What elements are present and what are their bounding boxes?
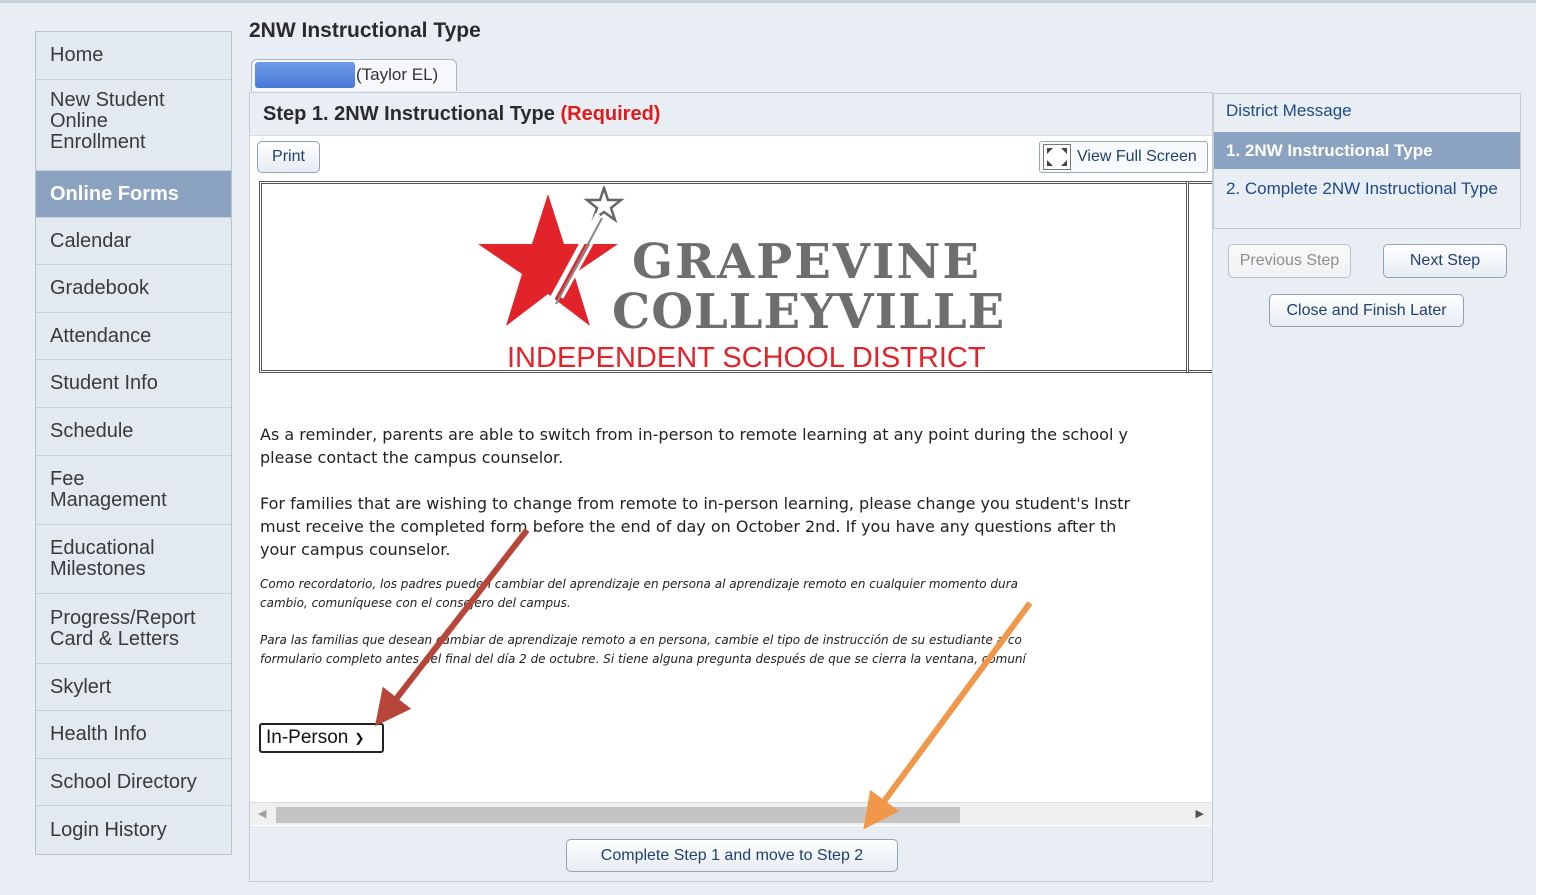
nav-item-label: Fee Management xyxy=(50,468,167,511)
instruction-type-value: In-Person xyxy=(266,727,349,748)
close-finish-later-button[interactable]: Close and Finish Later xyxy=(1269,294,1464,327)
form-content: GRAPEVINE COLLEYVILLE INDEPENDENT SCHOOL… xyxy=(256,178,1212,802)
nav-item-label: Skylert xyxy=(50,675,112,698)
nav-item-student-info[interactable]: Student Info xyxy=(36,360,231,408)
nav-item-skylert[interactable]: Skylert xyxy=(36,664,231,711)
expand-icon xyxy=(1043,144,1071,170)
scroll-left-icon[interactable]: ◀ xyxy=(258,807,266,820)
reminder-paragraph-es: Como recordatorio, los padres pueden cam… xyxy=(260,575,1212,613)
nav-item-label: Gradebook xyxy=(50,277,149,299)
student-campus-label: (Taylor EL) xyxy=(356,65,439,84)
nav-item-new-student-online-enrollment[interactable]: New Student Online Enrollment xyxy=(36,80,231,171)
student-name-redacted xyxy=(255,62,355,88)
nav-item-gradebook[interactable]: Gradebook xyxy=(36,265,231,313)
complete-step-button[interactable]: Complete Step 1 and move to Step 2 xyxy=(566,839,898,872)
required-label: (Required) xyxy=(560,103,661,125)
nav-item-fee-management[interactable]: Fee Management xyxy=(36,456,231,525)
logo-text-colleyville: COLLEYVILLE xyxy=(612,284,1006,340)
form-footer: Complete Step 1 and move to Step 2 xyxy=(250,826,1212,881)
step-item-district-message[interactable]: District Message xyxy=(1214,102,1520,120)
nav-item-health-info[interactable]: Health Info xyxy=(36,711,231,759)
nav-item-progress-report-card-letters[interactable]: Progress/Report Card & Letters xyxy=(36,594,231,664)
step-title: Step 1. 2NW Instructional Type (Required… xyxy=(263,103,660,126)
step-header: Step 1. 2NW Instructional Type (Required… xyxy=(250,93,1212,136)
change-paragraph-es: Para las familias que desean cambiar de … xyxy=(260,631,1212,669)
text-line: Para las familias que desean cambiar de … xyxy=(260,633,1022,647)
nav-item-label: New Student Online Enrollment xyxy=(50,89,165,153)
nav-item-home[interactable]: Home xyxy=(36,32,231,80)
logo-text-isd: INDEPENDENT SCHOOL DISTRICT xyxy=(507,342,986,374)
nav-item-label: Home xyxy=(50,44,104,66)
nav-item-label: Online Forms xyxy=(50,182,179,205)
logo-text-grapevine: GRAPEVINE xyxy=(632,234,981,290)
step-item-1[interactable]: 1. 2NW Instructional Type xyxy=(1214,132,1520,169)
nav-item-schedule[interactable]: Schedule xyxy=(36,408,231,456)
logo-border-right xyxy=(1186,181,1212,373)
next-step-button[interactable]: Next Step xyxy=(1383,244,1507,278)
nav-item-attendance[interactable]: Attendance xyxy=(36,313,231,360)
page-title: 2NW Instructional Type xyxy=(249,19,481,42)
nav-item-educational-milestones[interactable]: Educational Milestones xyxy=(36,525,231,594)
text-line: For families that are wishing to change … xyxy=(260,494,1131,513)
nav-item-calendar[interactable]: Calendar xyxy=(36,218,231,265)
reminder-paragraph-en: As a reminder, parents are able to switc… xyxy=(260,423,1212,469)
steps-panel: District Message 1. 2NW Instructional Ty… xyxy=(1213,93,1521,229)
instruction-type-select[interactable]: In-Person ❯ xyxy=(259,723,384,753)
horizontal-scrollbar[interactable]: ◀ ▶ xyxy=(250,802,1212,825)
chevron-down-icon: ❯ xyxy=(354,731,365,745)
nav-item-label: Health Info xyxy=(50,723,147,745)
print-button[interactable]: Print xyxy=(257,141,320,173)
text-line: must receive the completed form before t… xyxy=(260,517,1117,536)
text-line: cambio, comuníquese con el consejero del… xyxy=(260,596,571,610)
text-line: formulario completo antes del final del … xyxy=(260,652,1026,666)
nav-item-label: Student Info xyxy=(50,372,158,394)
nav-item-login-history[interactable]: Login History xyxy=(36,806,231,854)
nav-item-label: Progress/Report Card & Letters xyxy=(50,606,196,650)
step-item-label: District Message xyxy=(1226,101,1352,120)
nav-item-label: Schedule xyxy=(50,420,134,442)
change-paragraph-en: For families that are wishing to change … xyxy=(260,492,1212,561)
student-tab[interactable]: (Taylor EL) xyxy=(251,59,457,91)
view-full-screen-button[interactable]: View Full Screen xyxy=(1039,141,1208,173)
left-nav: Home New Student Online Enrollment Onlin… xyxy=(35,31,232,855)
nav-item-school-directory[interactable]: School Directory xyxy=(36,759,231,806)
scrollbar-thumb[interactable] xyxy=(276,807,960,823)
form-panel: Step 1. 2NW Instructional Type (Required… xyxy=(249,92,1213,882)
nav-item-label: School Directory xyxy=(50,770,197,793)
district-logo: GRAPEVINE COLLEYVILLE INDEPENDENT SCHOOL… xyxy=(259,181,1189,374)
step-item-label: 1. 2NW Instructional Type xyxy=(1226,140,1433,160)
step-item-label: 2. Complete 2NW Instructional Type xyxy=(1226,179,1498,198)
text-line: your campus counselor. xyxy=(260,540,451,559)
nav-item-label: Calendar xyxy=(50,229,132,252)
text-line: please contact the campus counselor. xyxy=(260,448,564,467)
nav-item-label: Login History xyxy=(50,818,167,841)
text-line: Como recordatorio, los padres pueden cam… xyxy=(260,577,1018,591)
text-line: As a reminder, parents are able to switc… xyxy=(260,425,1128,444)
nav-item-label: Attendance xyxy=(50,324,152,347)
step-item-2[interactable]: 2. Complete 2NW Instructional Type xyxy=(1214,180,1504,198)
step-title-text: Step 1. 2NW Instructional Type xyxy=(263,103,555,125)
scroll-right-icon[interactable]: ▶ xyxy=(1196,807,1204,820)
view-full-screen-label: View Full Screen xyxy=(1077,148,1197,165)
nav-item-online-forms[interactable]: Online Forms xyxy=(36,171,231,218)
nav-item-label: Educational Milestones xyxy=(50,537,155,580)
previous-step-button[interactable]: Previous Step xyxy=(1228,244,1351,278)
